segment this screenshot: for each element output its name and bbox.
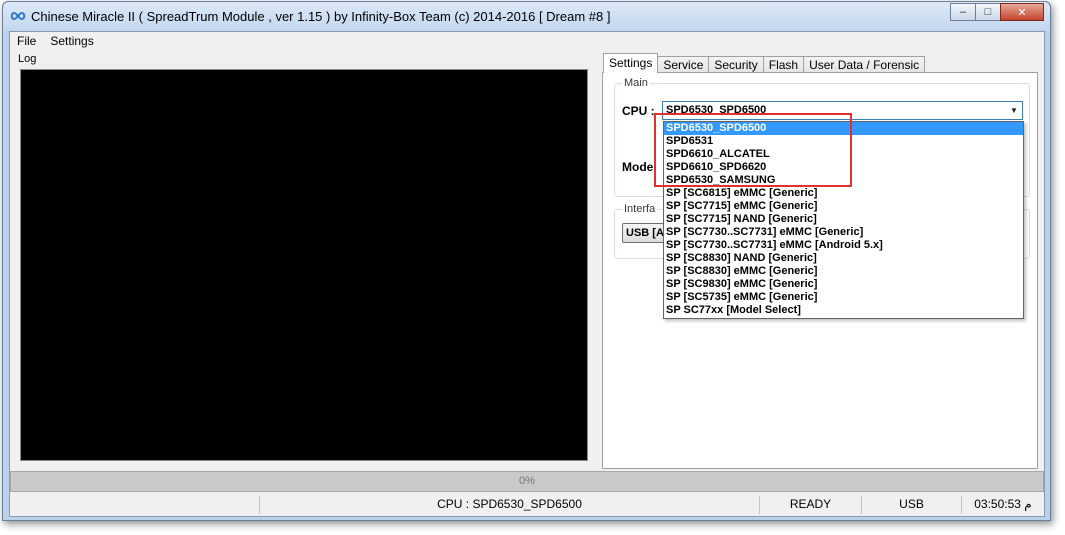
log-output[interactable] xyxy=(20,69,588,461)
chevron-down-icon[interactable]: ▼ xyxy=(1006,102,1022,119)
cpu-option[interactable]: SP [SC9830] eMMC [Generic] xyxy=(664,278,1023,291)
infinity-logo-icon xyxy=(10,11,26,21)
menu-bar: File Settings xyxy=(10,32,1044,50)
tab-user-data-forensic[interactable]: User Data / Forensic xyxy=(803,56,926,73)
cpu-option[interactable]: SP [SC8830] NAND [Generic] xyxy=(664,252,1023,265)
window-title: Chinese Miracle II ( SpreadTrum Module ,… xyxy=(31,9,611,24)
cpu-option[interactable]: SP [SC7730..SC7731] eMMC [Android 5.x] xyxy=(664,239,1023,252)
tab-service[interactable]: Service xyxy=(657,56,710,73)
maximize-button[interactable]: □ xyxy=(975,3,1001,21)
cpu-option[interactable]: SP [SC5735] eMMC [Generic] xyxy=(664,291,1023,304)
app-window: Chinese Miracle II ( SpreadTrum Module ,… xyxy=(2,1,1051,521)
client-area: File Settings Log Settings Service Secur… xyxy=(9,31,1045,517)
interface-group-title: Interfa xyxy=(622,203,658,215)
status-bar: CPU : SPD6530_SPD6500 READY USB 03:50:53… xyxy=(10,494,1044,516)
status-cpu: CPU : SPD6530_SPD6500 xyxy=(260,496,760,514)
tab-flash[interactable]: Flash xyxy=(762,56,805,73)
main-group-title: Main xyxy=(622,77,650,89)
status-time: 03:50:53 م xyxy=(974,497,1032,511)
usb-interface-button[interactable]: USB [A xyxy=(622,223,667,243)
progress-bar: 0% xyxy=(10,471,1044,492)
model-label: Model xyxy=(622,160,657,174)
cpu-option[interactable]: SP [SC7715] eMMC [Generic] xyxy=(664,200,1023,213)
tab-settings[interactable]: Settings xyxy=(603,53,659,73)
close-button[interactable]: ✕ xyxy=(1000,3,1044,21)
annotation-highlight-box xyxy=(654,113,852,187)
status-interface: USB xyxy=(862,496,962,514)
tab-strip: Settings Service Security Flash User Dat… xyxy=(603,53,926,73)
minimize-button[interactable]: – xyxy=(950,3,976,21)
cpu-option[interactable]: SP SC77xx [Model Select] xyxy=(664,304,1023,317)
caption-buttons: – □ ✕ xyxy=(950,3,1044,21)
status-state: READY xyxy=(760,496,862,514)
log-label: Log xyxy=(18,53,37,65)
cpu-option[interactable]: SP [SC8830] eMMC [Generic] xyxy=(664,265,1023,278)
cpu-option[interactable]: SP [SC7715] NAND [Generic] xyxy=(664,213,1023,226)
progress-text: 0% xyxy=(519,475,535,487)
title-bar[interactable]: Chinese Miracle II ( SpreadTrum Module ,… xyxy=(3,2,1050,31)
cpu-option[interactable]: SP [SC6815] eMMC [Generic] xyxy=(664,187,1023,200)
status-blank xyxy=(10,496,260,514)
tab-security[interactable]: Security xyxy=(708,56,764,73)
cpu-option[interactable]: SP [SC7730..SC7731] eMMC [Generic] xyxy=(664,226,1023,239)
menu-settings[interactable]: Settings xyxy=(43,32,100,50)
menu-file[interactable]: File xyxy=(10,32,43,50)
cpu-label: CPU : xyxy=(622,104,655,118)
